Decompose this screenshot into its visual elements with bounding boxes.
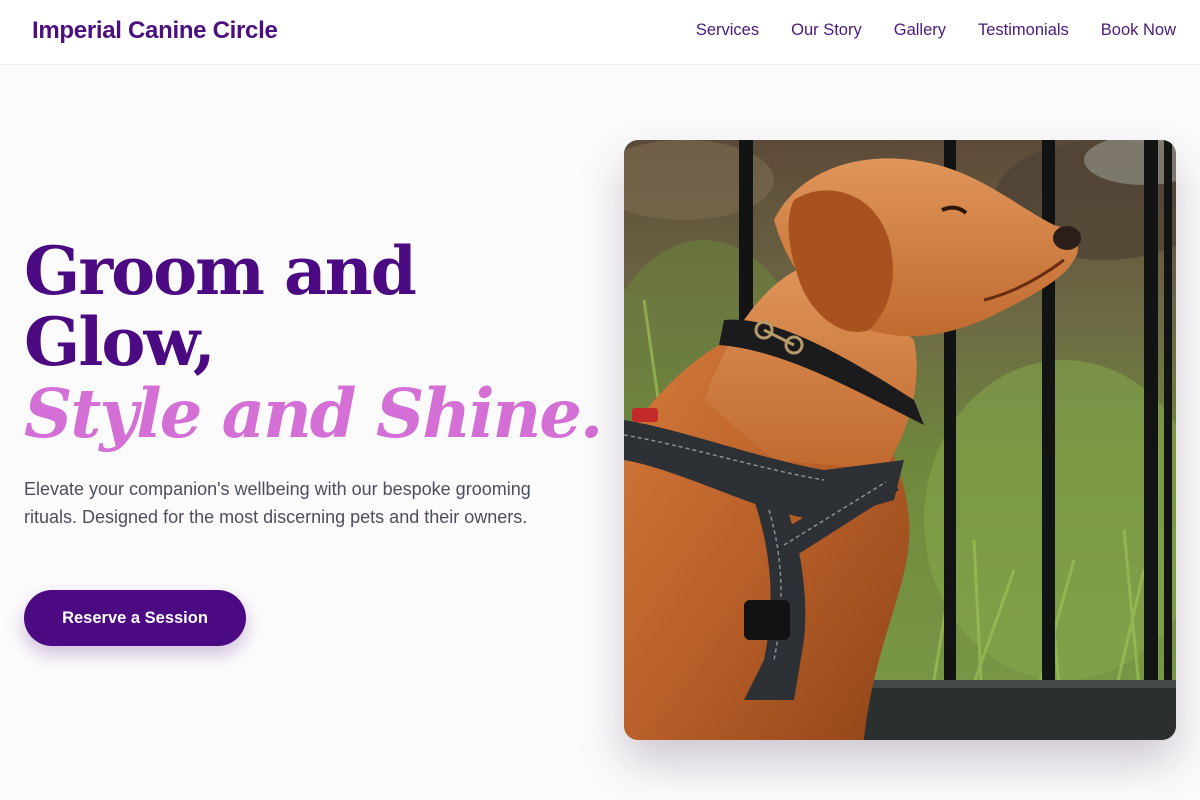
headline-accent: Style and Shine. [24, 374, 603, 453]
nav-link-book-now[interactable]: Book Now [1101, 21, 1176, 40]
reserve-session-button[interactable]: Reserve a Session [24, 590, 246, 646]
hero-dog-photo [624, 140, 1176, 740]
nav-link-testimonials[interactable]: Testimonials [978, 21, 1069, 40]
nav-links: Services Our Story Gallery Testimonials … [696, 21, 1176, 40]
nav-link-gallery[interactable]: Gallery [894, 21, 946, 40]
brand-logo[interactable]: Imperial Canine Circle [32, 17, 278, 45]
hero-headline: Groom and Glow, Style and Shine. [24, 232, 603, 453]
top-navbar: Imperial Canine Circle Services Our Stor… [0, 0, 1200, 65]
dog-illustration [624, 140, 1176, 740]
nav-link-our-story[interactable]: Our Story [791, 21, 862, 40]
nav-link-services[interactable]: Services [696, 21, 759, 40]
hero-subtext: Elevate your companion's wellbeing with … [24, 479, 531, 527]
headline-line-2: Glow, [24, 303, 216, 381]
headline-line-1: Groom and [24, 232, 417, 310]
